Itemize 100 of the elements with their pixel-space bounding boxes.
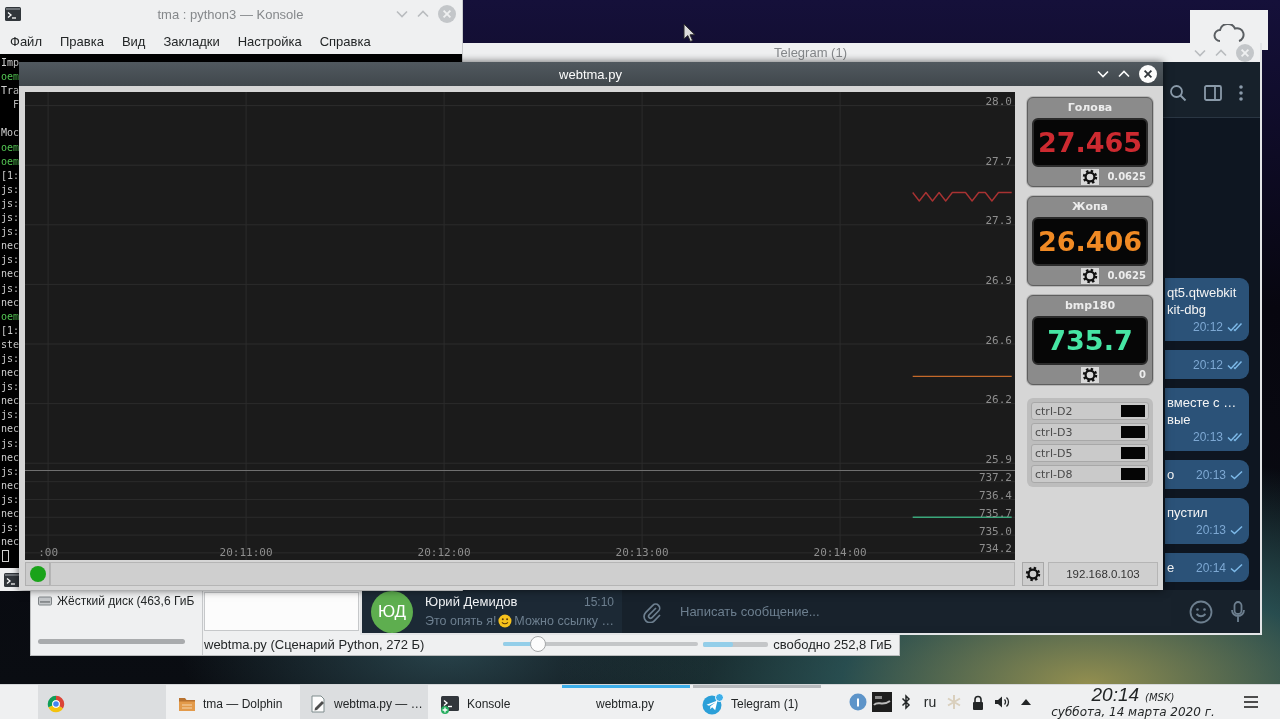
- chat-list-item[interactable]: ЮД Юрий Демидов 15:10 Это опять я! Можно ссылку …: [362, 590, 622, 633]
- up-arrow-icon[interactable]: [1021, 699, 1031, 705]
- close-icon: [1139, 65, 1157, 83]
- taskbar-task[interactable]: Telegram (1): [693, 685, 821, 719]
- kebab-menu-icon[interactable]: [1239, 84, 1243, 101]
- search-icon[interactable]: [1169, 83, 1187, 102]
- gauge-step-label: 0: [1139, 369, 1147, 380]
- cloud-icon: [1212, 24, 1246, 42]
- menu-item[interactable]: Правка: [50, 31, 113, 51]
- terminal-line: nec: [0, 394, 20, 409]
- taskbar-task[interactable]: webtma.py — …: [300, 685, 428, 719]
- speaker-icon[interactable]: [994, 695, 1010, 709]
- image-icon[interactable]: [872, 692, 892, 712]
- taskbar-task[interactable]: tma — Dolphin: [169, 685, 297, 719]
- terminal-icon: [5, 7, 21, 21]
- settings-icon: [1082, 267, 1098, 284]
- menu-item[interactable]: Настройка: [228, 31, 311, 51]
- output-label: ctrl-D2: [1035, 404, 1073, 418]
- terminal-line: nec: [0, 267, 20, 282]
- menu-icon[interactable]: [1244, 696, 1258, 708]
- message-time: 20:13: [1195, 467, 1226, 482]
- menu-item[interactable]: Вид: [112, 31, 155, 51]
- message-text: о: [1167, 466, 1175, 483]
- notification-icon[interactable]: [849, 693, 867, 711]
- terminal-icon: [440, 693, 460, 714]
- settings-button[interactable]: [1022, 562, 1044, 586]
- chevron-up-icon: [417, 10, 429, 18]
- terminal-line: js:: [0, 492, 20, 507]
- terminal-icon[interactable]: [4, 572, 20, 587]
- terminal-line: oem: [0, 309, 20, 324]
- close-button[interactable]: [1139, 65, 1157, 83]
- message-text: вместе с …: [1167, 394, 1237, 411]
- message-time: 20:13: [1195, 522, 1226, 537]
- output-row[interactable]: ctrl-D2: [1031, 402, 1149, 420]
- terminal-line: nec: [0, 295, 20, 310]
- zoom-slider[interactable]: [503, 636, 699, 652]
- chevron-down-icon: [1097, 70, 1109, 78]
- y-tick-label: 734.2: [978, 542, 1012, 556]
- terminal-line: nec: [0, 478, 20, 493]
- menu-item[interactable]: Файл: [1, 31, 51, 51]
- terminal-line: js:: [0, 351, 20, 366]
- drive-icon: [38, 595, 52, 607]
- x-tick-label: 20:14:00: [813, 546, 867, 559]
- terminal-line: ste: [0, 337, 20, 352]
- sidebar-icon[interactable]: [1204, 84, 1222, 101]
- terminal-line: nec: [0, 535, 20, 550]
- bluetooth-icon[interactable]: [901, 694, 911, 710]
- smiley-icon[interactable]: [1189, 599, 1213, 624]
- gauge-title: bmp180: [1064, 298, 1116, 314]
- taskbar-task[interactable]: Konsole: [431, 685, 559, 719]
- menu-item[interactable]: Справка: [310, 31, 380, 51]
- text-cursor: [2, 550, 9, 563]
- output-label: ctrl-D3: [1035, 425, 1073, 439]
- lock-icon[interactable]: [972, 694, 984, 710]
- gauge-reading: 735.7: [1047, 330, 1133, 351]
- settings-icon: [1082, 168, 1098, 185]
- gauge-step-label: 0.0625: [1107, 270, 1147, 281]
- settings-icon: [1082, 366, 1098, 383]
- terminal-line: js:: [0, 521, 20, 536]
- terminal-line: js:: [0, 253, 20, 268]
- terminal-line: oem: [0, 70, 20, 85]
- paperclip-icon[interactable]: [642, 600, 662, 623]
- keyboard-layout-indicator[interactable]: ru: [923, 694, 937, 710]
- menu-item[interactable]: Закладки: [154, 31, 229, 51]
- terminal-line: js:: [0, 211, 20, 226]
- window-title: webtma.py: [559, 67, 622, 81]
- gauge-step-label: 0.0625: [1107, 171, 1147, 182]
- close-icon: [438, 5, 456, 23]
- output-row[interactable]: ctrl-D3: [1031, 423, 1149, 441]
- message-text: qt5.qtwebkit: [1167, 284, 1237, 301]
- output-row[interactable]: ctrl-D8: [1031, 465, 1149, 483]
- place-item[interactable]: Жёсткий диск (463,6 ГиБ: [38, 594, 195, 608]
- message-time: 20:13: [1192, 429, 1223, 444]
- gauge-reading: 27.465: [1037, 132, 1143, 153]
- taskbar-task[interactable]: [38, 685, 166, 719]
- avatar: ЮД: [371, 590, 413, 633]
- clock-timezone: (MSK): [1145, 692, 1175, 704]
- terminal-line: js:: [0, 225, 20, 240]
- settings-button[interactable]: [1081, 267, 1099, 284]
- settings-button[interactable]: [1081, 366, 1099, 383]
- taskbar-task[interactable]: webtma.py: [562, 685, 690, 719]
- gauge-title: Голова: [1067, 100, 1113, 116]
- message-time: 20:12: [1192, 319, 1223, 334]
- slider-thumb[interactable]: [530, 636, 547, 652]
- y-tick-label: 26.6: [985, 333, 1012, 347]
- output-row[interactable]: ctrl-D5: [1031, 444, 1149, 462]
- settings-button[interactable]: [1081, 168, 1099, 185]
- y-tick-label: 735.0: [978, 524, 1012, 538]
- terminal-line: js:: [0, 196, 20, 211]
- horizontal-scrollbar[interactable]: [38, 639, 185, 644]
- terminal-line: js:: [0, 408, 20, 423]
- y-tick-label: 736.4: [978, 489, 1012, 502]
- gauge-title: Жопа: [1071, 199, 1108, 215]
- clock-time: 20:14: [1091, 684, 1140, 706]
- y-tick-label: 737.2: [978, 471, 1012, 485]
- terminal-line: js:: [0, 380, 20, 395]
- terminal-line: F: [12, 98, 20, 113]
- paper-plane-icon: [702, 692, 724, 715]
- microphone-icon[interactable]: [1231, 600, 1245, 623]
- terminal-line: [1:: [0, 168, 20, 183]
